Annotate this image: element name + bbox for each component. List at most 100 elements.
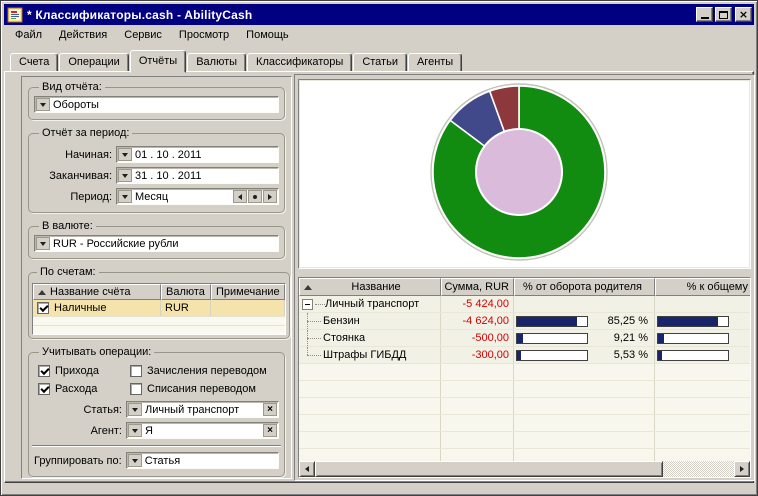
dropdown-arrow-icon[interactable]: [36, 98, 50, 111]
horizontal-scrollbar[interactable]: [299, 461, 750, 477]
period-step-value: Месяц: [135, 191, 233, 203]
clear-agent-button[interactable]: ×: [263, 424, 277, 437]
period-step-combo[interactable]: Месяц: [116, 188, 279, 205]
tab-reports[interactable]: Отчёты: [130, 50, 186, 73]
chart-panel: [298, 79, 751, 269]
menu-actions[interactable]: Действия: [54, 27, 112, 43]
table-row[interactable]: Личный транспорт -5 424,00: [299, 296, 750, 313]
col-total-pct-header[interactable]: % к общему: [655, 278, 751, 296]
app-icon: [7, 7, 23, 23]
minimize-button[interactable]: [696, 7, 713, 22]
empty-row: [299, 449, 750, 461]
article-label: Статья:: [34, 404, 126, 416]
menu-view[interactable]: Просмотр: [174, 27, 234, 43]
table-row[interactable]: Штрафы ГИБДД -300,00 5,53 %: [299, 347, 750, 364]
group-by-label: Группировать по:: [34, 455, 126, 467]
transfer-out-checkbox[interactable]: [130, 383, 142, 395]
agent-combo[interactable]: Я ×: [126, 422, 279, 439]
tab-operations[interactable]: Операции: [59, 53, 128, 72]
report-type-legend: Вид отчёта:: [39, 81, 105, 93]
maximize-button[interactable]: [715, 7, 732, 22]
accounts-col-name[interactable]: Название счёта: [33, 284, 161, 300]
tab-currencies[interactable]: Валюты: [187, 53, 246, 72]
transfer-in-checkbox[interactable]: [130, 365, 142, 377]
menu-help[interactable]: Помощь: [241, 27, 294, 43]
dropdown-arrow-icon[interactable]: [128, 424, 142, 437]
menu-file[interactable]: Файл: [10, 27, 47, 43]
dropdown-arrow-icon[interactable]: [118, 148, 132, 161]
account-row[interactable]: Наличные RUR: [33, 300, 285, 316]
end-date-field[interactable]: 31 . 10 . 2011: [116, 167, 279, 184]
menu-bar: Файл Действия Сервис Просмотр Помощь: [4, 25, 754, 45]
dropdown-arrow-icon[interactable]: [36, 237, 50, 250]
expense-check[interactable]: Расхода: [38, 383, 130, 395]
collapse-expander-icon[interactable]: [302, 299, 313, 310]
tree-line: [299, 313, 315, 329]
dropdown-arrow-icon[interactable]: [118, 190, 132, 203]
tab-articles[interactable]: Статьи: [353, 53, 407, 72]
account-currency: RUR: [161, 300, 211, 316]
scroll-right-button[interactable]: [734, 461, 750, 477]
dropdown-arrow-icon[interactable]: [128, 403, 142, 416]
account-name: Наличные: [54, 302, 106, 314]
start-date-label: Начиная:: [34, 149, 116, 161]
current-period-button[interactable]: [248, 190, 262, 203]
row-sum: -500,00: [441, 330, 514, 346]
report-table-panel: Название Сумма, RUR % от оборота родител…: [298, 277, 751, 478]
report-type-combo[interactable]: Обороты: [34, 96, 279, 113]
empty-row: [299, 381, 750, 398]
report-output-panel: Название Сумма, RUR % от оборота родител…: [294, 74, 755, 481]
tab-agents[interactable]: Агенты: [408, 53, 462, 72]
accounts-col-currency[interactable]: Валюта: [161, 284, 211, 300]
transfer-out-check[interactable]: Списания переводом: [130, 383, 279, 395]
tree-line: [315, 304, 325, 305]
table-row[interactable]: Стоянка -500,00 9,21 %: [299, 330, 750, 347]
accounts-col-note[interactable]: Примечание: [211, 284, 285, 300]
income-checkbox[interactable]: [38, 365, 50, 377]
menu-service[interactable]: Сервис: [119, 27, 167, 43]
income-check[interactable]: Прихода: [38, 365, 130, 377]
currency-legend: В валюте:: [39, 220, 96, 232]
expense-checkbox[interactable]: [38, 383, 50, 395]
report-table-header: Название Сумма, RUR % от оборота родител…: [299, 278, 750, 296]
clear-article-button[interactable]: ×: [263, 403, 277, 416]
percent-bar: [657, 350, 729, 361]
table-row[interactable]: Бензин -4 624,00 85,25 %: [299, 313, 750, 330]
scrollbar-thumb[interactable]: [315, 461, 663, 477]
start-date-field[interactable]: 01 . 10 . 2011: [116, 146, 279, 163]
percent-bar: [516, 333, 588, 344]
account-checkbox[interactable]: [37, 302, 49, 314]
account-note: [211, 300, 285, 316]
percent-bar: [657, 333, 729, 344]
agent-value: Я: [145, 425, 261, 437]
percent-bar: [657, 316, 729, 327]
group-by-combo[interactable]: Статья: [126, 452, 279, 469]
start-date-value: 01 . 10 . 2011: [135, 149, 277, 161]
currency-combo[interactable]: RUR - Российские рубли: [34, 235, 279, 252]
title-bar[interactable]: * Классификаторы.cash - AbilityCash ×: [4, 4, 754, 25]
pie-chart: [299, 80, 751, 266]
scroll-left-button[interactable]: [299, 461, 315, 477]
tree-line: [299, 347, 315, 363]
dropdown-arrow-icon[interactable]: [118, 169, 132, 182]
col-name-header[interactable]: Название: [299, 278, 441, 296]
report-settings-panel: Вид отчёта: Обороты Отчёт за период: Нач…: [21, 76, 292, 479]
close-button[interactable]: ×: [735, 7, 752, 22]
col-parent-pct-header[interactable]: % от оборота родителя: [514, 278, 655, 296]
app-window: * Классификаторы.cash - AbilityCash × Фа…: [0, 0, 758, 496]
article-combo[interactable]: Личный транспорт ×: [126, 401, 279, 418]
row-parent-pct: 9,21 %: [514, 330, 655, 346]
tab-classifiers[interactable]: Классификаторы: [247, 53, 352, 72]
currency-group: В валюте: RUR - Российские рубли: [28, 220, 285, 259]
row-parent-pct: 85,25 %: [514, 313, 655, 329]
col-sum-header[interactable]: Сумма, RUR: [441, 278, 514, 296]
minimize-icon: [701, 17, 709, 19]
accounts-table: Название счёта Валюта Примечание Наличны…: [32, 283, 286, 335]
scrollbar-track[interactable]: [663, 461, 734, 477]
reports-tab-page: Вид отчёта: Обороты Отчёт за период: Нач…: [4, 71, 754, 483]
dropdown-arrow-icon[interactable]: [128, 454, 142, 467]
next-period-button[interactable]: [263, 190, 277, 203]
prev-period-button[interactable]: [233, 190, 247, 203]
tab-accounts[interactable]: Счета: [10, 53, 58, 72]
transfer-in-check[interactable]: Зачисления переводом: [130, 365, 279, 377]
